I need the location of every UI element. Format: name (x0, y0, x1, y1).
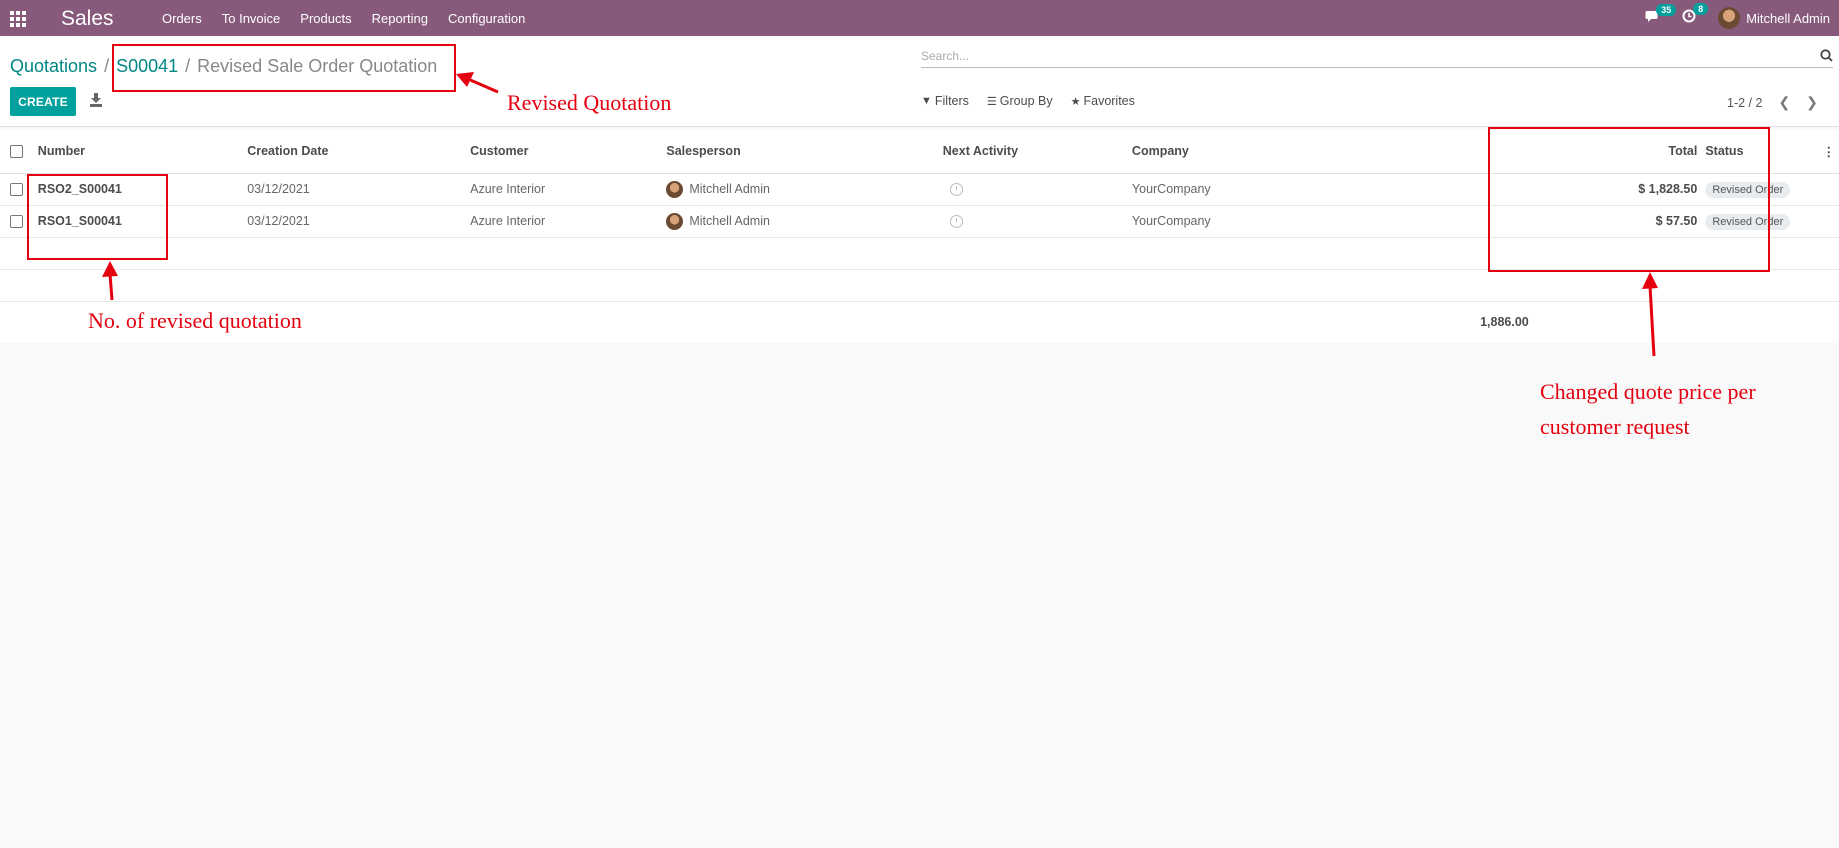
select-all-checkbox[interactable] (10, 145, 23, 159)
create-button[interactable]: CREATE (10, 87, 76, 116)
row-company: YourCompany (1131, 173, 1537, 206)
chevron-left-icon[interactable]: ❮ (1778, 94, 1790, 111)
avatar (1718, 7, 1741, 29)
messages-count-badge: 35 (1656, 3, 1677, 16)
menu-reporting[interactable]: Reporting (372, 11, 428, 26)
annotation-no-of-revised: No. of revised quotation (88, 308, 302, 333)
annotation-box-totals (1488, 127, 1770, 272)
user-name: Mitchell Admin (1746, 10, 1830, 26)
menu-products[interactable]: Products (300, 11, 351, 26)
row-date: 03/12/2021 (247, 205, 471, 238)
annotation-box-breadcrumb (112, 44, 456, 92)
pager: 1-2 / 2 ❮ ❯ (1727, 94, 1818, 111)
filters-button[interactable]: ▼ Filters (921, 94, 969, 108)
optional-columns-icon[interactable]: ⋮ (1823, 145, 1836, 159)
row-salesperson: Mitchell Admin (689, 213, 770, 228)
breadcrumb-separator: / (104, 56, 110, 76)
pager-value[interactable]: 1-2 / 2 (1727, 96, 1762, 110)
user-menu[interactable]: Mitchell Admin (1718, 7, 1830, 29)
menu-to-invoice[interactable]: To Invoice (222, 11, 281, 26)
row-date: 03/12/2021 (247, 173, 471, 206)
filters-label: Filters (934, 94, 969, 108)
systray: 35 8 Mitchell Admin (1645, 0, 1839, 36)
row-customer: Azure Interior (470, 205, 667, 238)
column-company[interactable]: Company (1131, 130, 1537, 174)
column-creation-date[interactable]: Creation Date (247, 130, 471, 174)
empty-row (0, 269, 1839, 302)
activity-clock-icon[interactable] (949, 215, 963, 229)
messages-icon[interactable]: 35 (1645, 3, 1677, 27)
star-icon: ★ (1070, 95, 1081, 108)
breadcrumb-quotations[interactable]: Quotations (10, 56, 97, 77)
favorites-button[interactable]: ★ Favorites (1071, 94, 1135, 108)
row-salesperson: Mitchell Admin (689, 181, 770, 196)
annotation-changed-price-line1: Changed quote price per (1540, 379, 1756, 404)
avatar (666, 212, 684, 230)
column-salesperson[interactable]: Salesperson (666, 130, 943, 174)
favorites-label: Favorites (1083, 94, 1135, 108)
row-checkbox[interactable] (10, 183, 23, 197)
apps-menu-icon[interactable] (10, 11, 28, 27)
groupby-button[interactable]: ☰ Group By (987, 94, 1053, 108)
bars-icon: ☰ (986, 95, 997, 108)
activities-icon[interactable]: 8 (1682, 3, 1709, 27)
annotation-changed-price-line2: customer request (1540, 414, 1690, 439)
main-menu: Orders To Invoice Products Reporting Con… (162, 0, 545, 36)
column-next-activity[interactable]: Next Activity (942, 130, 1132, 174)
column-customer[interactable]: Customer (470, 130, 667, 174)
row-checkbox[interactable] (10, 215, 23, 229)
activity-clock-icon[interactable] (949, 183, 963, 197)
activities-count-badge: 8 (1693, 3, 1709, 15)
top-navbar: Sales Orders To Invoice Products Reporti… (0, 0, 1839, 36)
filter-icon: ▼ (921, 95, 932, 107)
menu-orders[interactable]: Orders (162, 11, 202, 26)
menu-configuration[interactable]: Configuration (448, 11, 525, 26)
row-customer: Azure Interior (470, 173, 667, 206)
download-icon[interactable] (90, 93, 102, 107)
annotation-revised-quotation: Revised Quotation (507, 90, 672, 115)
annotation-box-numbers (27, 174, 168, 260)
search-bar (921, 46, 1833, 68)
search-input[interactable] (921, 46, 1801, 66)
groupby-label: Group By (999, 94, 1053, 108)
app-name[interactable]: Sales (61, 7, 114, 31)
search-options: ▼ Filters ☰ Group By ★ Favorites (921, 94, 1153, 108)
row-company: YourCompany (1131, 205, 1537, 238)
avatar (666, 180, 684, 198)
column-number[interactable]: Number (37, 130, 248, 174)
chevron-right-icon[interactable]: ❯ (1806, 94, 1818, 111)
search-icon[interactable] (1820, 49, 1833, 62)
